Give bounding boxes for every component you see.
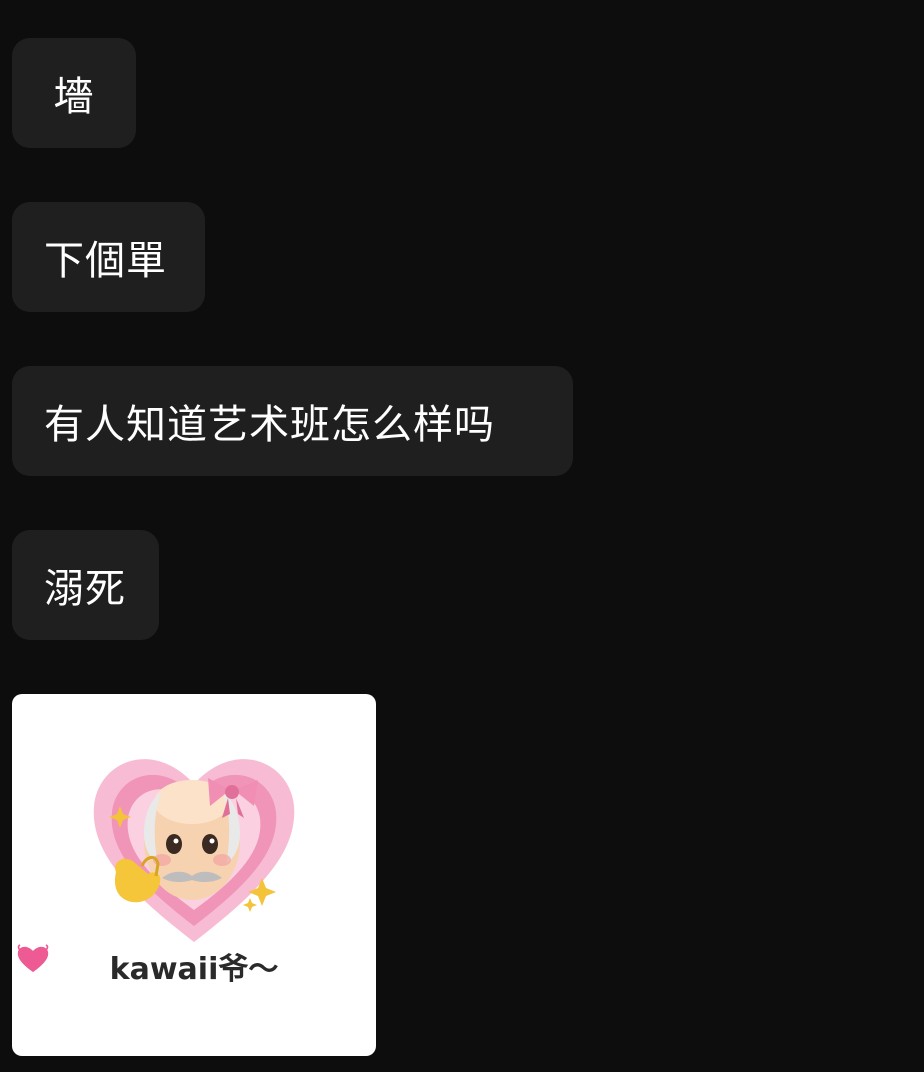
message-text: 有人知道艺术班怎么样吗 — [44, 402, 495, 448]
message-bubble[interactable]: 有人知道艺术班怎么样吗 — [12, 366, 573, 476]
message-text: 墻 — [53, 74, 95, 120]
message-text: 溺死 — [44, 566, 126, 612]
sticker-message[interactable]: kawaii爷～ — [12, 694, 376, 1056]
sticker-caption-text: kawaii爷～ — [109, 952, 279, 987]
message-text: 下個單 — [44, 238, 167, 284]
sticker-caption: kawaii爷～ — [12, 944, 376, 988]
chat-message-list: 墻 下個單 有人知道艺术班怎么样吗 溺死 kawaii爷～ — [0, 0, 924, 1072]
message-bubble[interactable]: 下個單 — [12, 202, 205, 312]
message-bubble[interactable]: 溺死 — [12, 530, 159, 640]
sticker-image — [93, 759, 295, 942]
heart-icon — [17, 944, 49, 972]
message-bubble[interactable]: 墻 — [12, 38, 136, 148]
